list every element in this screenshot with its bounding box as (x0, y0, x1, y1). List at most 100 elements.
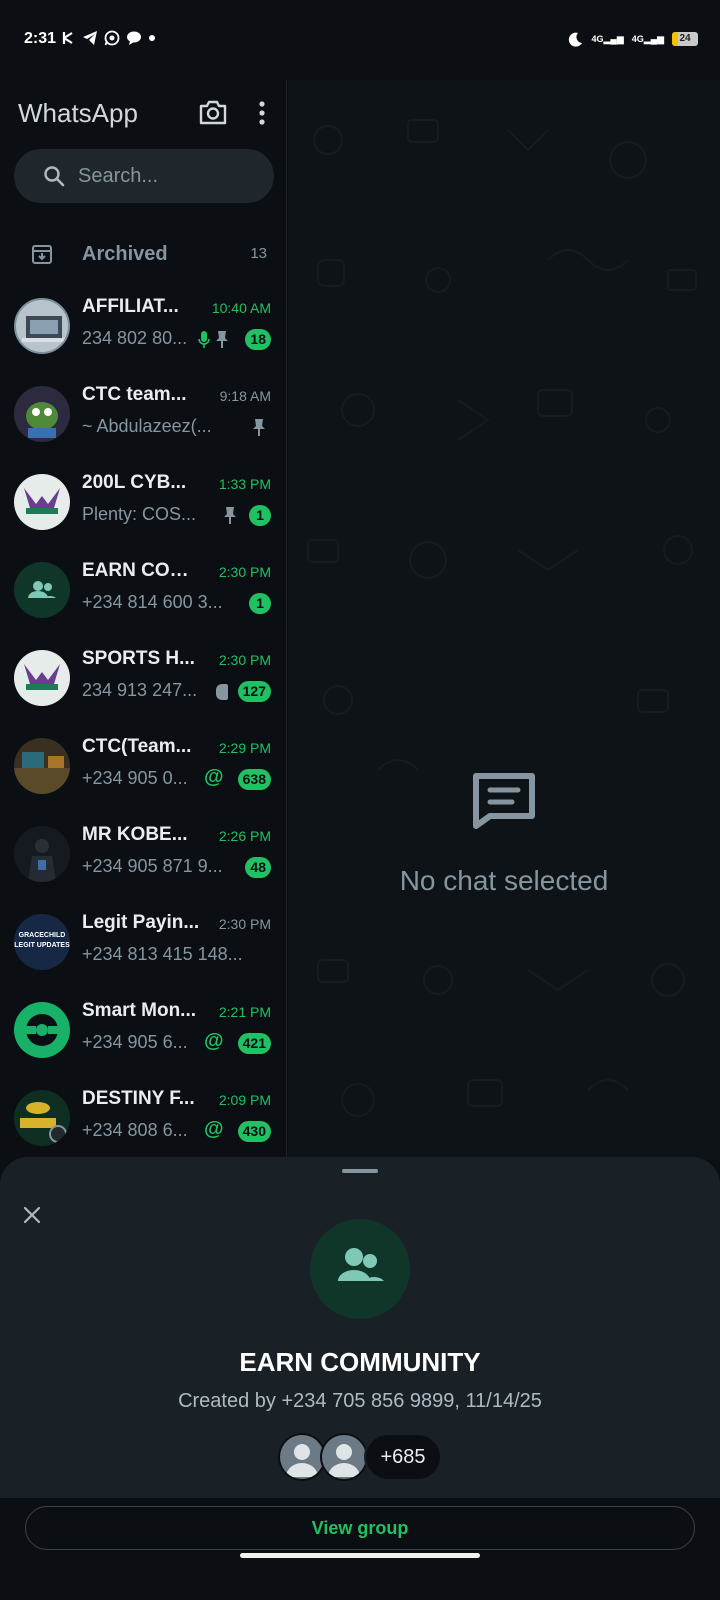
search-icon (44, 166, 65, 187)
chat-name: DESTINY F... (82, 1088, 195, 1109)
home-indicator[interactable] (240, 1553, 480, 1558)
chat-time: 2:21 PM (218, 1004, 271, 1020)
avatar (14, 738, 70, 794)
status-bar: 2:31 4G▂▄▆ 4G▂▄▆ 24 (0, 0, 720, 80)
chat-name: CTC team... (82, 384, 187, 405)
pin-icon (253, 419, 265, 436)
chat-item-200l-cyb[interactable]: 200L CYB... 1:33 PM Plenty: COS... 1 (0, 468, 287, 556)
mention-icon: @ (204, 1030, 224, 1052)
chat-preview: +234 813 415 148... (82, 944, 243, 964)
close-icon[interactable] (22, 1205, 42, 1225)
chat-item-mr-kobe[interactable]: MR KOBE... 2:26 PM +234 905 871 9... 48 (0, 820, 287, 908)
network-type-2: 4G (631, 34, 644, 44)
battery-icon: 24 (672, 32, 698, 46)
chat-preview: 234 913 247... (82, 680, 198, 700)
unread-badge: 127 (237, 681, 271, 702)
member-avatar (278, 1433, 326, 1481)
unread-badge: 1 (249, 593, 271, 614)
chat-name: Smart Mon... (82, 1000, 197, 1021)
archived-label: Archived (82, 243, 168, 265)
chat-item-sports-h[interactable]: SPORTS H... 2:30 PM 234 913 247... 127 (0, 644, 287, 732)
chat-time: 9:18 AM (219, 388, 271, 404)
mic-icon (198, 331, 210, 348)
chat-item-ctc-team[interactable]: CTC team... 9:18 AM ~ Abdulazeez(... (0, 380, 287, 468)
more-options-icon[interactable] (252, 100, 272, 126)
chat-item-smart-mon[interactable]: Smart Mon... 2:21 PM +234 905 6... @ 421 (0, 996, 287, 1084)
avatar (14, 650, 70, 706)
chat-time: 2:30 PM (218, 652, 271, 668)
sticker-icon (216, 684, 228, 700)
chat-time: 10:40 AM (211, 300, 271, 316)
community-icon (338, 1248, 384, 1281)
unread-badge: 18 (245, 329, 271, 350)
signal-1-icon: 4G▂▄▆ (591, 34, 624, 44)
chat-preview: 234 802 80... (82, 328, 188, 348)
search-placeholder: Search... (78, 165, 159, 187)
chat-item-legit-paying[interactable]: GRACECHILD LEGIT UPDATES Legit Payin... … (0, 908, 287, 996)
status-right-icons: 4G▂▄▆ 4G▂▄▆ 24 (568, 30, 698, 48)
chat-preview: Plenty: COS... (82, 504, 197, 524)
unread-badge: 638 (237, 769, 271, 790)
network-type-1: 4G (591, 34, 604, 44)
avatar (14, 1002, 70, 1058)
chat-preview: +234 905 871 9... (82, 856, 223, 876)
chat-name: MR KOBE... (82, 824, 188, 845)
avatar (14, 298, 70, 354)
chat-preview: +234 814 600 3... (82, 592, 223, 612)
chat-background-pattern (307, 119, 697, 1117)
status-time: 2:31 (24, 30, 57, 47)
search-bar[interactable]: Search... (14, 149, 274, 203)
created-by-text: Created by +234 705 856 9899, 11/14/25 (178, 1390, 542, 1412)
mention-icon: @ (204, 766, 224, 788)
chat-preview: ~ Abdulazeez(... (82, 416, 212, 436)
chat-bubble-icon (127, 31, 141, 45)
person-icon (328, 1444, 360, 1477)
chat-name: 200L CYB... (82, 472, 187, 493)
archived-row[interactable]: Archived 13 (0, 230, 287, 280)
camera-icon[interactable] (198, 98, 228, 126)
chat-time: 1:33 PM (218, 476, 271, 492)
chat-preview: +234 905 0... (82, 768, 188, 788)
no-chat-selected-text: No chat selected (399, 865, 609, 896)
drag-handle[interactable] (342, 1169, 378, 1173)
chat-item-affiliat[interactable]: AFFILIAT... 10:40 AM 234 802 80... 18 (0, 292, 287, 380)
community-name: EARN COMMUNITY (239, 1347, 481, 1377)
notification-icons (62, 30, 156, 46)
dot-icon (149, 35, 155, 41)
chat-name: AFFILIAT... (82, 296, 179, 317)
chat-name: Legit Payin... (82, 912, 200, 933)
member-count-more: +685 (364, 1433, 442, 1481)
avatar (14, 386, 70, 442)
avatar (14, 826, 70, 882)
mention-icon: @ (204, 1118, 224, 1140)
unread-badge: 1 (249, 505, 271, 526)
chat-name: SPORTS H... (82, 648, 195, 669)
view-group-button[interactable]: View group (25, 1506, 695, 1550)
member-avatar (320, 1433, 368, 1481)
unread-badge: 421 (237, 1033, 271, 1054)
telegram-icon (83, 31, 97, 45)
unread-badge: 48 (245, 857, 271, 878)
chat-time: 2:30 PM (218, 916, 271, 932)
chat-item-earn-community[interactable]: EARN COM... 2:30 PM +234 814 600 3... 1 (0, 556, 287, 644)
signal-2-icon: 4G▂▄▆ (631, 34, 664, 44)
community-icon (28, 581, 56, 598)
sheet-footer: View group (0, 1498, 720, 1600)
archived-count: 13 (250, 245, 267, 262)
avatar-text: GRACECHILD LEGIT UPDATES (14, 932, 70, 949)
message-square-icon (473, 773, 535, 829)
chat-name: EARN COM... (82, 560, 200, 581)
chat-detail-pane: No chat selected (288, 80, 720, 1160)
member-avatars[interactable]: +685 (278, 1433, 442, 1481)
notification-app-icon (62, 32, 73, 44)
chat-preview: +234 905 6... (82, 1032, 188, 1052)
chat-time: 2:09 PM (218, 1092, 271, 1108)
pin-icon (216, 331, 228, 348)
chat-item-ctc-team-2[interactable]: CTC(Team... 2:29 PM +234 905 0... @ 638 (0, 732, 287, 820)
chat-list-pane: WhatsApp Search... Archived 13 AFFILIAT.… (0, 80, 287, 1160)
chat-time: 2:26 PM (218, 828, 271, 844)
app-title: WhatsApp (18, 98, 138, 128)
avatar: GRACECHILD LEGIT UPDATES (14, 914, 70, 970)
chat-time: 2:29 PM (218, 740, 271, 756)
pin-icon (224, 507, 236, 524)
